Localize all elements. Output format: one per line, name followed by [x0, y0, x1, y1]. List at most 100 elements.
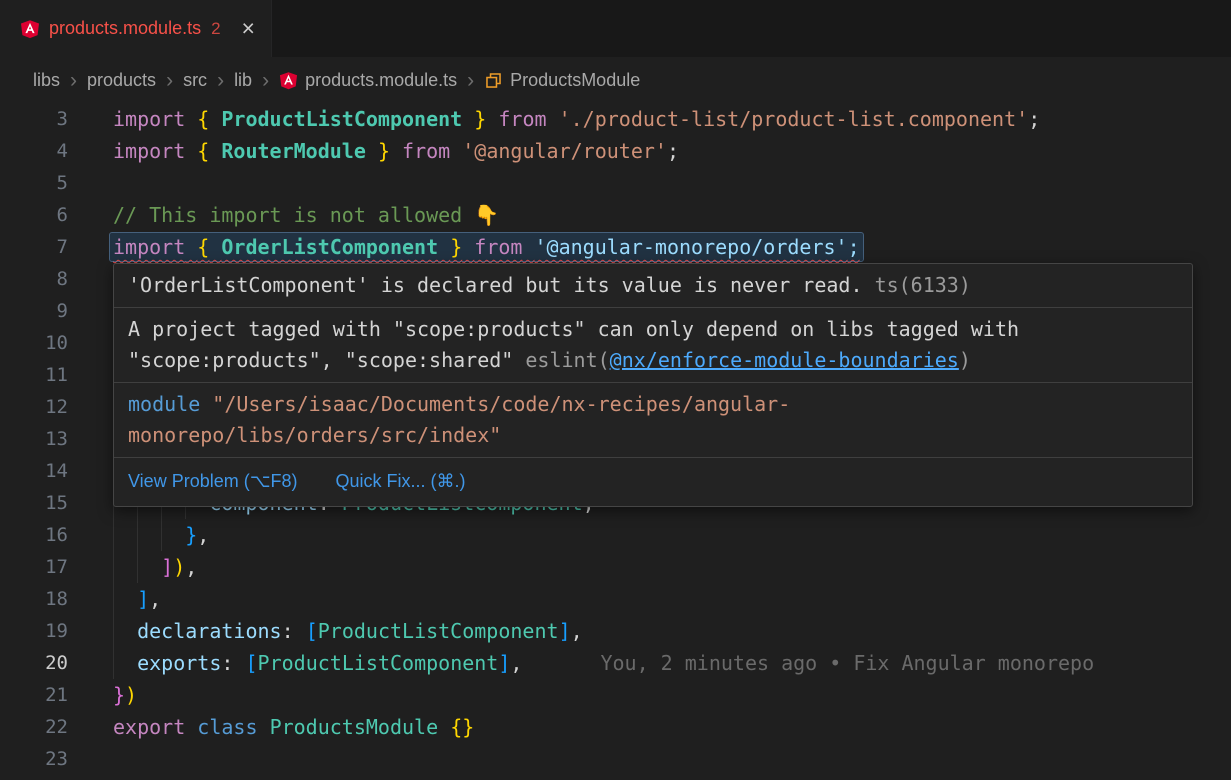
line-number[interactable]: 22: [0, 711, 113, 743]
code-token: from: [474, 235, 522, 259]
code-token: eslint(: [525, 348, 609, 372]
code-token: [200, 392, 212, 416]
breadcrumb-item-label: lib: [234, 70, 252, 91]
line-number[interactable]: 8: [0, 263, 113, 295]
code-line-content[interactable]: import { ProductListComponent } from './…: [113, 103, 1231, 135]
breadcrumb-item-label: products.module.ts: [305, 70, 457, 91]
line-number[interactable]: 3: [0, 103, 113, 135]
tab-bar: products.module.ts 2 ×: [0, 0, 1231, 57]
breadcrumb-item-products[interactable]: products: [87, 70, 156, 91]
hover-actions-bar: View Problem (⌥F8) Quick Fix... (⌘.): [114, 457, 1192, 506]
breadcrumb-item-products-module-ts[interactable]: products.module.ts: [279, 70, 457, 91]
code-token: }: [378, 139, 390, 163]
code-line-content[interactable]: ],: [113, 583, 1231, 615]
indent-guide: [113, 551, 114, 583]
code-token: ]: [161, 555, 173, 579]
angular-icon: [20, 19, 40, 39]
code-token: ProductListComponent: [221, 107, 462, 131]
code-line-content[interactable]: [113, 743, 1231, 775]
code-line-content[interactable]: import { RouterModule } from '@angular/r…: [113, 135, 1231, 167]
code-line-17: 17 ]),: [0, 551, 1231, 583]
view-problem-link[interactable]: View Problem (⌥F8): [128, 465, 297, 497]
tab-title: products.module.ts: [49, 18, 201, 39]
code-token: [209, 107, 221, 131]
code-line-21: 21}): [0, 679, 1231, 711]
code-line-16: 16 },: [0, 519, 1231, 551]
breadcrumb-item-lib[interactable]: lib: [234, 70, 252, 91]
code-line-content[interactable]: import { OrderListComponent } from '@ang…: [113, 231, 1231, 263]
line-number[interactable]: 14: [0, 455, 113, 487]
code-line-content[interactable]: ]),: [113, 551, 1231, 583]
tab-products-module[interactable]: products.module.ts 2 ×: [0, 0, 272, 57]
code-line-content[interactable]: declarations: [ProductListComponent],: [113, 615, 1231, 647]
code-token: [486, 107, 498, 131]
code-token: [113, 619, 137, 643]
code-line-content[interactable]: export class ProductsModule {}: [113, 711, 1231, 743]
code-line-content[interactable]: [113, 167, 1231, 199]
code-token: [438, 235, 450, 259]
breadcrumb-item-label: src: [183, 70, 207, 91]
breadcrumb-item-src[interactable]: src: [183, 70, 207, 91]
code-token: ProductListComponent: [318, 619, 559, 643]
code-token: :: [221, 651, 245, 675]
code-token: import: [113, 107, 185, 131]
breadcrumb-separator: ›: [216, 70, 225, 91]
line-number[interactable]: 7: [0, 231, 113, 263]
line-number[interactable]: 11: [0, 359, 113, 391]
line-number[interactable]: 9: [0, 295, 113, 327]
class-symbol-icon: [484, 71, 503, 90]
line-number[interactable]: 16: [0, 519, 113, 551]
line-number[interactable]: 10: [0, 327, 113, 359]
breadcrumb-item-productsmodule[interactable]: ProductsModule: [484, 70, 640, 91]
eslint-rule-link[interactable]: @nx/enforce-module-boundaries: [610, 348, 959, 372]
line-number[interactable]: 19: [0, 615, 113, 647]
line-number[interactable]: 18: [0, 583, 113, 615]
line-number[interactable]: 17: [0, 551, 113, 583]
hover-diagnostic-message: 'OrderListComponent' is declared but its…: [114, 264, 1192, 307]
code-token: // This import is not allowed: [113, 203, 474, 227]
breadcrumb-item-libs[interactable]: libs: [33, 70, 60, 91]
problem-hover-tooltip: 'OrderListComponent' is declared but its…: [113, 263, 1193, 507]
code-token: {: [197, 235, 209, 259]
code-line-content[interactable]: // This import is not allowed 👇: [113, 199, 1231, 231]
code-line-content[interactable]: }): [113, 679, 1231, 711]
line-number[interactable]: 13: [0, 423, 113, 455]
code-token: ]: [137, 587, 149, 611]
quick-fix-link[interactable]: Quick Fix... (⌘.): [335, 465, 465, 497]
line-number[interactable]: 5: [0, 167, 113, 199]
code-token: import: [113, 139, 185, 163]
line-number[interactable]: 6: [0, 199, 113, 231]
code-token: '@angular/router': [462, 139, 667, 163]
line-number[interactable]: 20: [0, 647, 113, 679]
line-number[interactable]: 4: [0, 135, 113, 167]
code-token: A project tagged with "scope:products" c…: [128, 317, 1019, 341]
code-token: ]: [498, 651, 510, 675]
code-token: export: [113, 715, 185, 739]
indent-guide: [161, 519, 162, 551]
code-line-18: 18 ],: [0, 583, 1231, 615]
hover-body: 'OrderListComponent' is declared but its…: [114, 264, 1192, 457]
code-token: [: [245, 651, 257, 675]
hover-text-line: "scope:products", "scope:shared" eslint(…: [128, 345, 1178, 376]
code-line-5: 5: [0, 167, 1231, 199]
line-number[interactable]: 21: [0, 679, 113, 711]
code-token: {: [197, 107, 209, 131]
code-line-content[interactable]: },: [113, 519, 1231, 551]
code-token: ProductsModule: [270, 715, 439, 739]
hover-text-line: module "/Users/isaac/Documents/code/nx-r…: [128, 389, 1178, 420]
code-line-content[interactable]: exports: [ProductListComponent],You, 2 m…: [113, 647, 1231, 679]
code-token: RouterModule: [221, 139, 366, 163]
code-token: class: [197, 715, 257, 739]
tab-close-button[interactable]: ×: [242, 17, 255, 40]
breadcrumb-separator: ›: [69, 70, 78, 91]
code-token: from: [498, 107, 546, 131]
code-token: "scope:products", "scope:shared": [128, 348, 525, 372]
code-token: [: [306, 619, 318, 643]
line-number[interactable]: 12: [0, 391, 113, 423]
code-token: ,: [571, 619, 583, 643]
breadcrumb-item-label: products: [87, 70, 156, 91]
line-number[interactable]: 23: [0, 743, 113, 775]
code-token: [450, 139, 462, 163]
hover-diagnostic-message: A project tagged with "scope:products" c…: [114, 307, 1192, 382]
line-number[interactable]: 15: [0, 487, 113, 519]
